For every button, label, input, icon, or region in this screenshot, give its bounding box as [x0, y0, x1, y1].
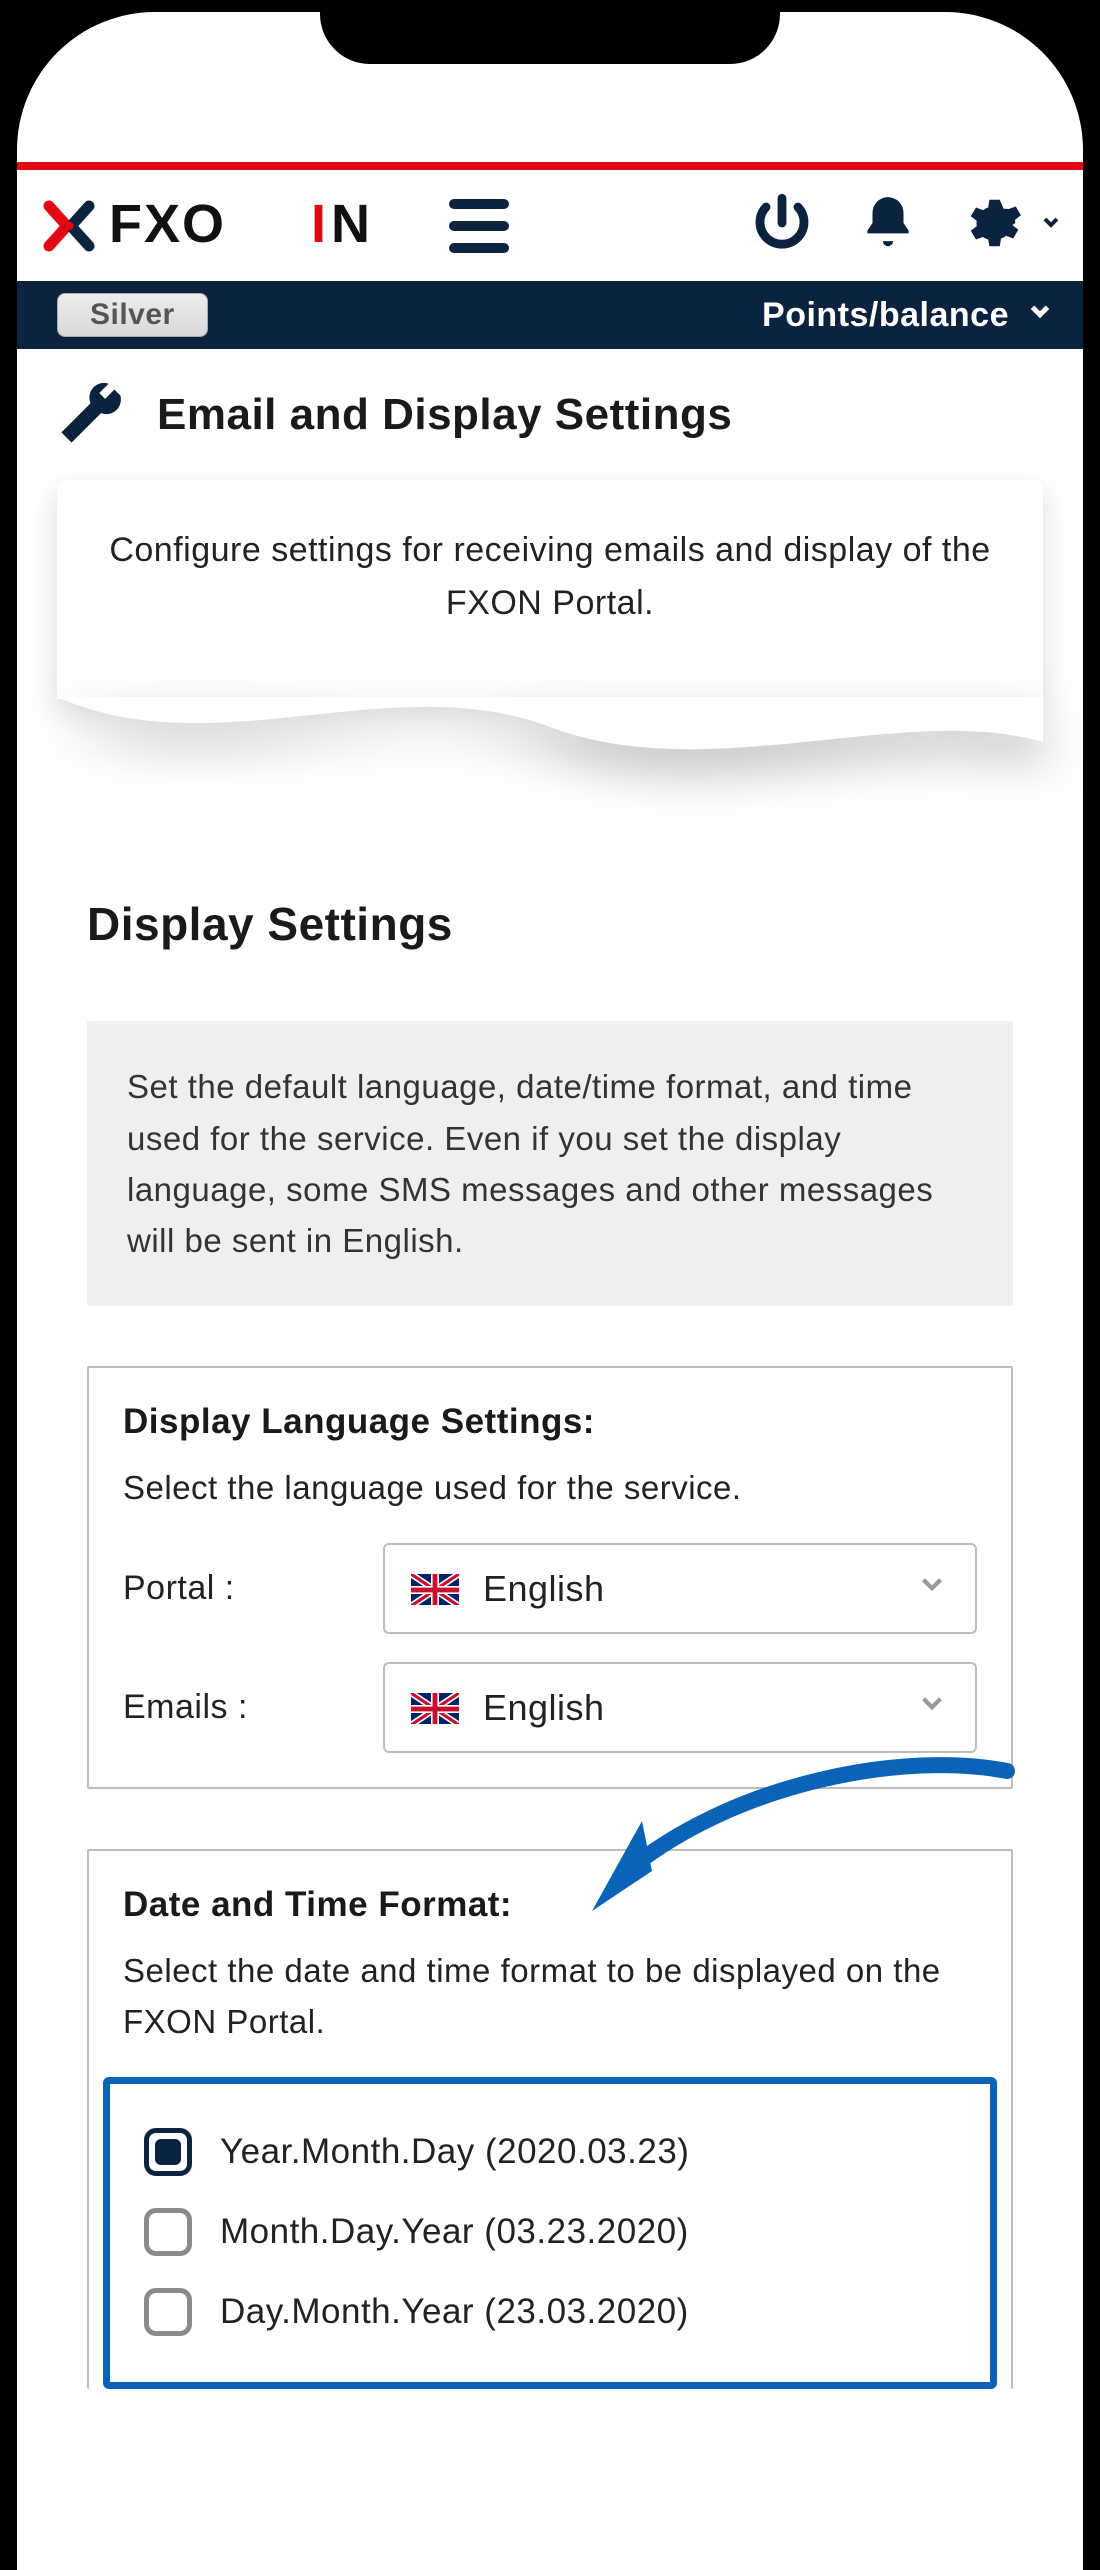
- wrench-icon: [57, 377, 127, 452]
- page-title: Email and Display Settings: [157, 390, 732, 440]
- status-bar: Silver Points/balance: [17, 281, 1083, 349]
- menu-button[interactable]: [449, 199, 509, 253]
- language-panel-title: Display Language Settings:: [123, 1402, 977, 1442]
- date-format-label: Year.Month.Day (2020.03.23): [220, 2132, 689, 2172]
- radio-unchecked-icon: [144, 2288, 192, 2336]
- emails-language-value: English: [483, 1687, 605, 1729]
- points-balance-toggle[interactable]: Points/balance: [762, 296, 1055, 335]
- uk-flag-icon: [411, 1692, 459, 1724]
- portal-language-label: Portal :: [123, 1569, 353, 1608]
- date-format-panel: Date and Time Format: Select the date an…: [87, 1849, 1013, 2389]
- chevron-down-icon: [915, 1567, 949, 1610]
- torn-edge: [57, 697, 1043, 787]
- gear-icon[interactable]: [961, 192, 1023, 259]
- bell-icon[interactable]: [857, 192, 919, 259]
- accent-line: [17, 162, 1083, 170]
- svg-text:I: I: [311, 196, 327, 254]
- section-note: Set the default language, date/time form…: [87, 1021, 1013, 1306]
- uk-flag-icon: [411, 1573, 459, 1605]
- svg-text:N: N: [331, 196, 371, 254]
- date-panel-title: Date and Time Format:: [123, 1885, 977, 1925]
- phone-notch: [320, 12, 780, 64]
- date-panel-desc: Select the date and time format to be di…: [123, 1945, 977, 2047]
- date-format-option-mdy[interactable]: Month.Day.Year (03.23.2020): [144, 2192, 956, 2272]
- portal-language-value: English: [483, 1568, 605, 1610]
- power-icon[interactable]: [749, 190, 815, 261]
- chevron-down-icon: [1025, 296, 1055, 334]
- date-format-label: Day.Month.Year (23.03.2020): [220, 2292, 689, 2332]
- intro-text: Configure settings for receiving emails …: [109, 531, 990, 622]
- svg-text:FXO: FXO: [109, 196, 226, 254]
- language-settings-panel: Display Language Settings: Select the la…: [87, 1366, 1013, 1789]
- logo-wordmark-icon: FXO I N: [109, 196, 419, 256]
- date-format-label: Month.Day.Year (03.23.2020): [220, 2212, 689, 2252]
- portal-language-select[interactable]: English: [383, 1543, 977, 1634]
- intro-card: Configure settings for receiving emails …: [57, 480, 1043, 699]
- date-format-option-ymd[interactable]: Year.Month.Day (2020.03.23): [144, 2112, 956, 2192]
- app-header: FXO I N: [17, 170, 1083, 281]
- emails-language-select[interactable]: English: [383, 1662, 977, 1753]
- date-format-option-dmy[interactable]: Day.Month.Year (23.03.2020): [144, 2272, 956, 2352]
- logo-mark-icon: [39, 196, 99, 256]
- date-format-highlight: Year.Month.Day (2020.03.23) Month.Day.Ye…: [103, 2077, 997, 2389]
- section-heading: Display Settings: [17, 787, 1083, 981]
- chevron-down-icon: [915, 1686, 949, 1729]
- emails-language-label: Emails :: [123, 1688, 353, 1727]
- radio-checked-icon: [144, 2128, 192, 2176]
- page-title-row: Email and Display Settings: [17, 349, 1083, 480]
- radio-unchecked-icon: [144, 2208, 192, 2256]
- language-panel-desc: Select the language used for the service…: [123, 1462, 977, 1513]
- tier-badge: Silver: [57, 293, 208, 337]
- brand-logo[interactable]: FXO I N: [39, 196, 419, 256]
- chevron-down-icon[interactable]: [1039, 210, 1063, 241]
- points-balance-label: Points/balance: [762, 296, 1009, 335]
